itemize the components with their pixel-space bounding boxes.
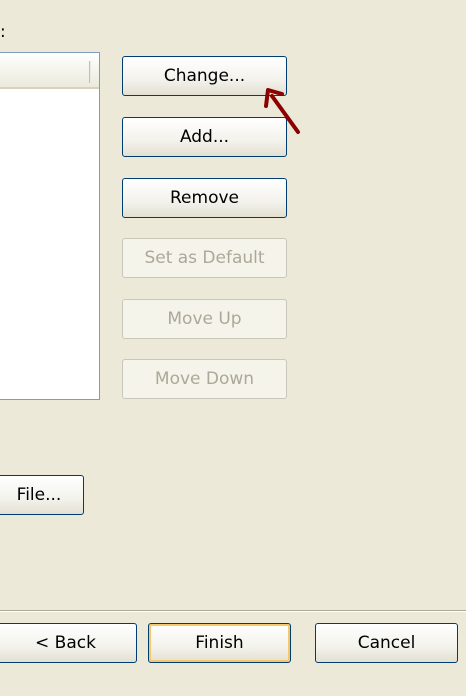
cancel-button[interactable]: Cancel — [315, 623, 458, 663]
field-label-colon: : — [0, 22, 6, 42]
finish-button[interactable]: Finish — [148, 623, 291, 663]
column-divider[interactable] — [89, 61, 91, 83]
move-down-button[interactable]: Move Down — [122, 359, 287, 399]
annotation-arrow-icon — [264, 88, 300, 134]
remove-button[interactable]: Remove — [122, 178, 287, 218]
list-view[interactable] — [0, 52, 100, 400]
separator-line — [0, 610, 466, 612]
list-column-header[interactable] — [0, 53, 99, 89]
back-button[interactable]: < Back — [0, 623, 137, 663]
wizard-dialog: : Change... Add... Remove Set as Default… — [0, 0, 466, 696]
set-as-default-button[interactable]: Set as Default — [122, 238, 287, 278]
browse-file-button[interactable]: File... — [0, 475, 84, 515]
move-up-button[interactable]: Move Up — [122, 299, 287, 339]
